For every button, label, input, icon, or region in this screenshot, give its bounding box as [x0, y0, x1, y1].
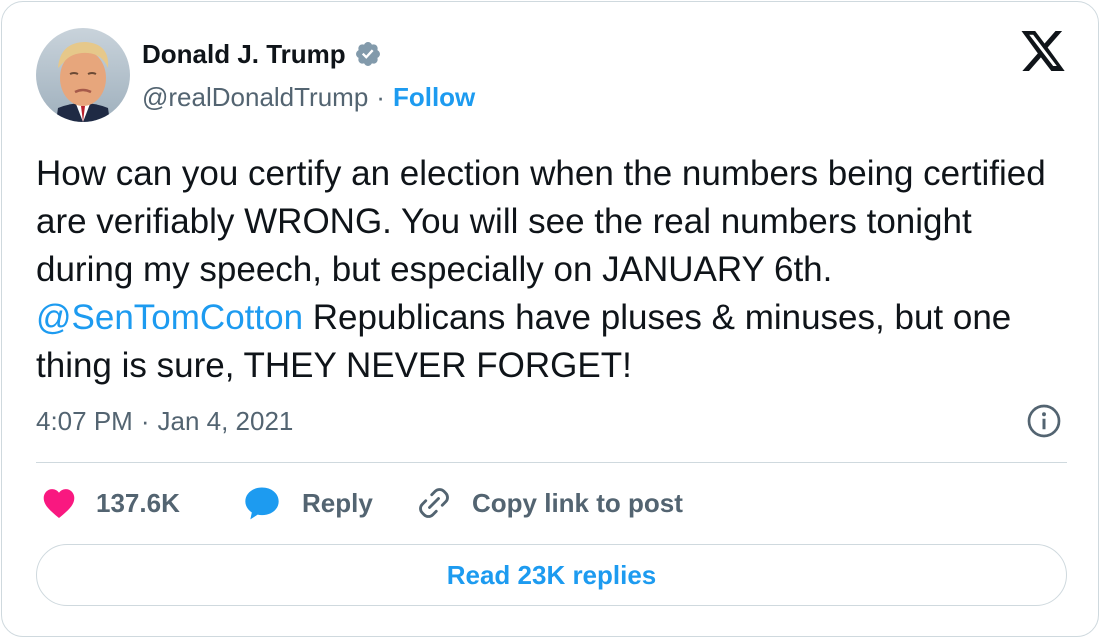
follow-button[interactable]: Follow: [393, 82, 475, 113]
speech-bubble-icon: [245, 487, 279, 520]
tweet-card: Donald J. Trump @realDonaldTrump · Follo…: [1, 1, 1099, 637]
author-handle[interactable]: @realDonaldTrump: [142, 82, 368, 113]
x-logo-icon[interactable]: [1019, 31, 1067, 75]
mention-link[interactable]: @SenTomCotton: [36, 298, 303, 337]
heart-icon: [43, 489, 75, 519]
author-display-name[interactable]: Donald J. Trump: [142, 39, 346, 70]
copy-link-button[interactable]: Copy link to post: [416, 480, 683, 526]
reply-button[interactable]: Reply: [242, 480, 373, 526]
avatar[interactable]: [36, 28, 130, 122]
like-button[interactable]: 137.6K: [42, 480, 180, 526]
timestamp-separator: ·: [140, 405, 150, 436]
author-handle-row: @realDonaldTrump · Follow: [142, 80, 475, 114]
link-icon: [419, 488, 449, 518]
like-count: 137.6K: [96, 487, 180, 518]
read-replies-label: Read 23K replies: [446, 559, 657, 590]
verified-badge-icon: [355, 42, 380, 66]
author-name-row: Donald J. Trump: [142, 36, 382, 72]
tweet-timestamp: 4:07 PM · Jan 4, 2021: [36, 402, 293, 440]
tweet-time[interactable]: 4:07 PM: [36, 406, 133, 437]
reply-label: Reply: [302, 487, 373, 518]
handle-separator: ·: [376, 81, 385, 112]
info-icon[interactable]: [1026, 403, 1062, 439]
avatar-photo: [36, 28, 130, 122]
copy-link-label: Copy link to post: [472, 487, 683, 518]
tweet-text-part1: How can you certify an election when the…: [36, 154, 1046, 289]
tweet-date[interactable]: Jan 4, 2021: [158, 406, 294, 437]
read-replies-button[interactable]: Read 23K replies: [36, 544, 1067, 606]
tweet-text: How can you certify an election when the…: [36, 150, 1066, 390]
divider: [36, 462, 1067, 463]
